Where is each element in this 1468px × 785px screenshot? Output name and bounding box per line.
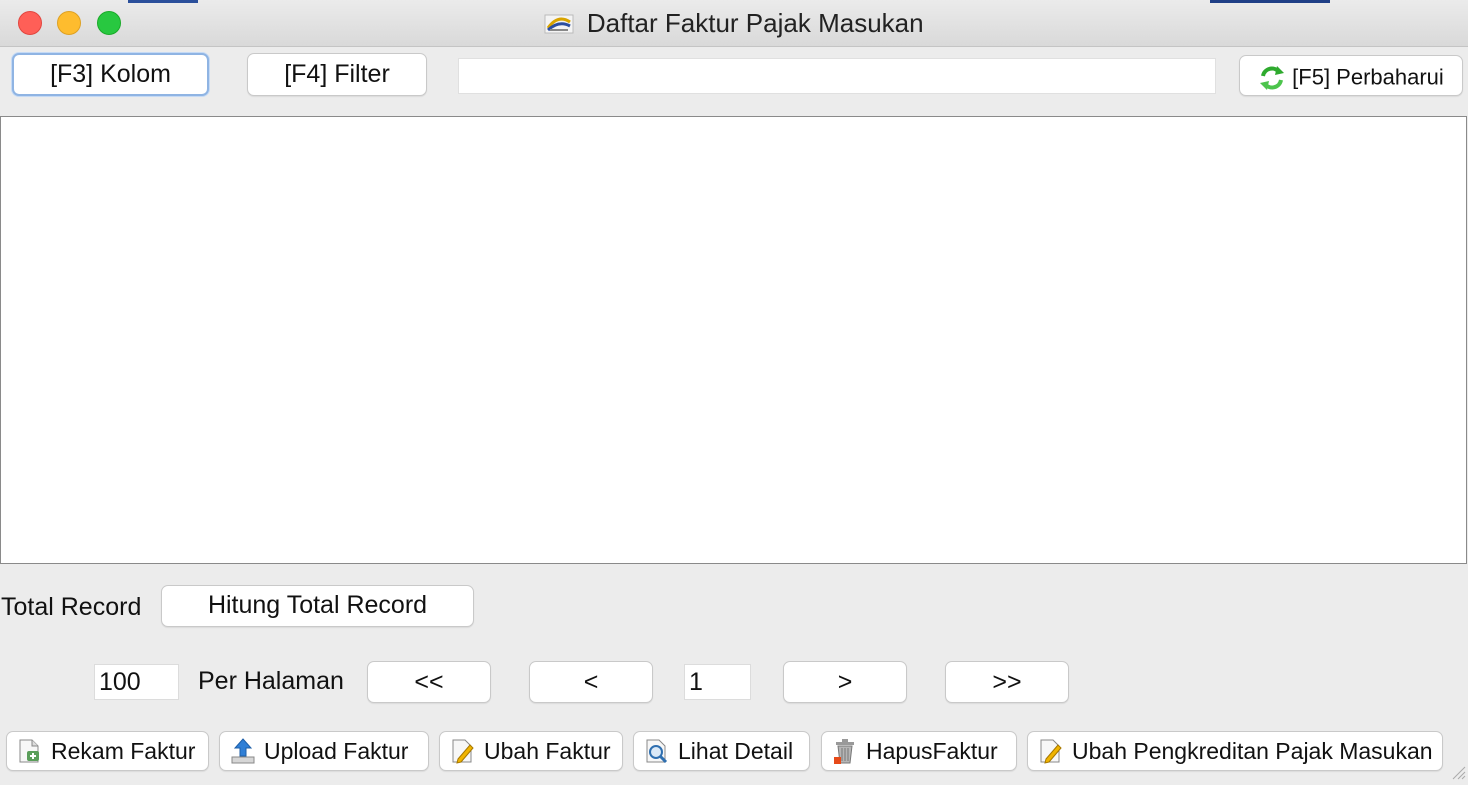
first-page-label: << [414,668,444,696]
last-page-button[interactable]: >> [945,661,1069,703]
lihat-detail-label: Lihat Detail [678,737,794,764]
filter-button[interactable]: [F4] Filter [247,53,427,96]
upload-faktur-button[interactable]: Upload Faktur [219,731,429,771]
edit-document-icon [1038,737,1064,765]
refresh-button[interactable]: [F5] Perbaharui [1239,55,1463,96]
rekam-faktur-button[interactable]: Rekam Faktur [6,731,209,771]
total-record-label: Total Record [1,593,142,621]
window-title-area: Daftar Faktur Pajak Masukan [0,8,1468,38]
add-document-icon [17,737,43,765]
app-logo-icon [544,12,574,36]
page-number-input[interactable]: 1 [684,664,751,700]
window-title: Daftar Faktur Pajak Masukan [586,8,924,38]
rekam-faktur-label: Rekam Faktur [51,737,196,764]
ubah-faktur-button[interactable]: Ubah Faktur [439,731,623,771]
lihat-detail-button[interactable]: Lihat Detail [633,731,810,771]
invoice-table[interactable] [0,116,1467,564]
upload-faktur-label: Upload Faktur [264,737,409,764]
search-input[interactable] [458,58,1216,94]
hitung-total-record-label: Hitung Total Record [207,591,428,619]
kolom-button[interactable]: [F3] Kolom [12,53,209,96]
next-page-button[interactable]: > [783,661,907,703]
refresh-button-label: [F5] Perbaharui [1292,64,1444,90]
resize-grip-icon[interactable] [1450,764,1466,780]
page-size-input[interactable]: 100 [94,664,179,700]
prev-page-button[interactable]: < [529,661,653,703]
title-bar: Daftar Faktur Pajak Masukan [0,0,1468,47]
background-sliver [128,0,198,3]
ubah-pengkreditan-button[interactable]: Ubah Pengkreditan Pajak Masukan [1027,731,1443,771]
per-halaman-label: Per Halaman [198,667,344,695]
kolom-button-label: [F3] Kolom [50,60,171,88]
filter-button-label: [F4] Filter [284,60,390,88]
upload-icon [230,737,256,765]
hapus-faktur-label: HapusFaktur [866,737,998,764]
edit-document-icon [450,737,476,765]
next-page-label: > [837,668,853,696]
prev-page-label: < [583,668,599,696]
hitung-total-record-button[interactable]: Hitung Total Record [161,585,474,627]
refresh-icon [1258,64,1286,91]
ubah-pengkreditan-label: Ubah Pengkreditan Pajak Masukan [1072,737,1433,764]
first-page-button[interactable]: << [367,661,491,703]
trash-icon [832,737,858,765]
ubah-faktur-label: Ubah Faktur [484,737,611,764]
view-detail-icon [644,737,670,765]
background-sliver [1210,0,1330,3]
hapus-faktur-button[interactable]: HapusFaktur [821,731,1017,771]
last-page-label: >> [992,668,1022,696]
